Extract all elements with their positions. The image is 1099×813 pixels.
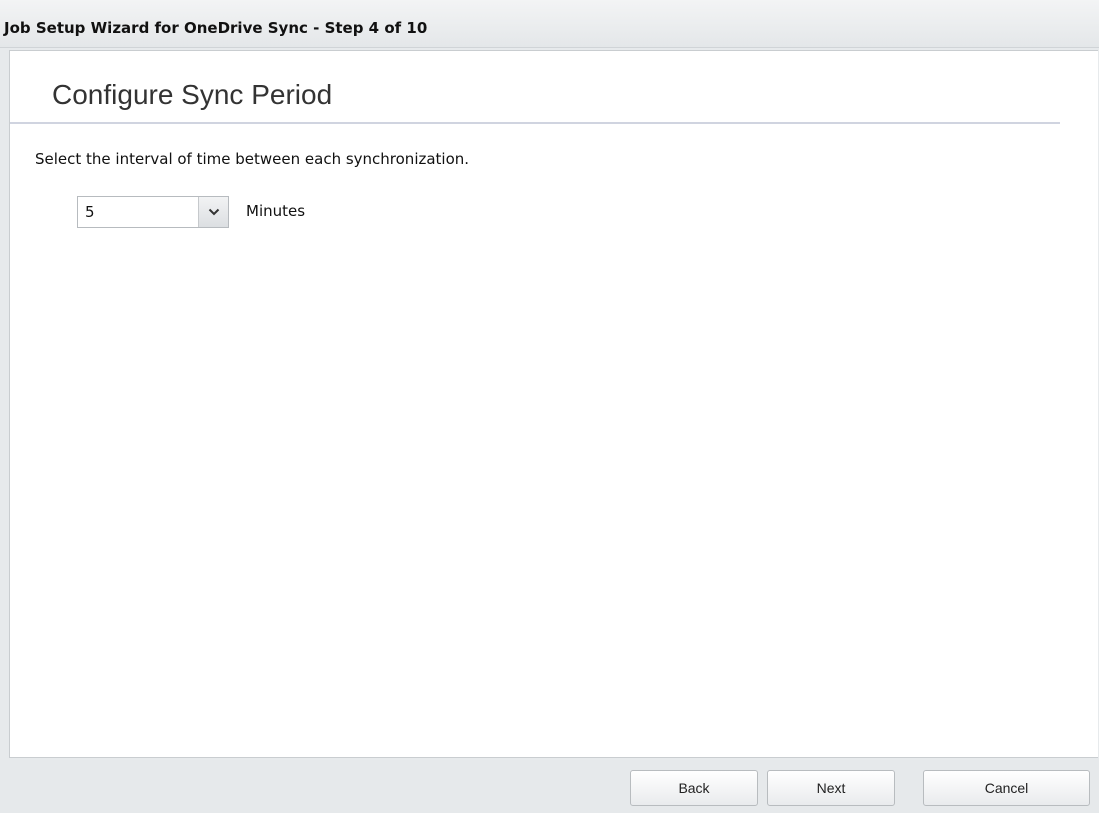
chevron-down-icon[interactable] (198, 197, 228, 227)
sync-interval-value: 5 (85, 203, 95, 221)
title-bar: Job Setup Wizard for OneDrive Sync - Ste… (0, 0, 1099, 48)
wizard-window: Job Setup Wizard for OneDrive Sync - Ste… (0, 0, 1099, 813)
interval-unit-label: Minutes (246, 202, 306, 220)
page-title: Configure Sync Period (52, 79, 333, 110)
next-button[interactable]: Next (767, 770, 895, 806)
sync-interval-select[interactable]: 5 (77, 196, 229, 228)
back-button[interactable]: Back (630, 770, 758, 806)
title-divider (10, 122, 1060, 124)
window-title: Job Setup Wizard for OneDrive Sync - Ste… (4, 19, 428, 37)
instruction-text: Select the interval of time between each… (35, 150, 470, 168)
cancel-button[interactable]: Cancel (923, 770, 1090, 806)
